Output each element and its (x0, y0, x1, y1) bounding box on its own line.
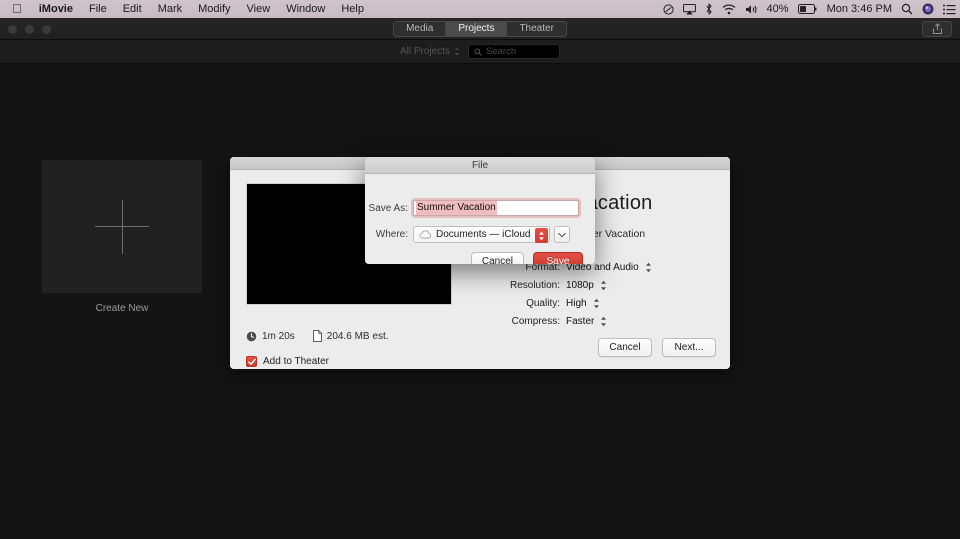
menu-view[interactable]: View (239, 0, 279, 18)
projects-browser: Create New 1m 20s 204.6 MB est. Add to T… (0, 64, 960, 539)
format-stepper[interactable] (645, 262, 652, 273)
filesize-info: 204.6 MB est. (312, 330, 389, 342)
maximize-button[interactable] (42, 25, 51, 34)
quality-stepper[interactable] (593, 298, 600, 309)
all-projects-dropdown[interactable]: All Projects (400, 46, 460, 57)
plus-icon (95, 199, 149, 254)
menu-mark[interactable]: Mark (150, 0, 190, 18)
save-cancel-button[interactable]: Cancel (470, 252, 524, 264)
compress-field[interactable]: Compress: Faster (488, 312, 718, 330)
file-icon (312, 330, 322, 342)
menu-clock[interactable]: Mon 3:46 PM (827, 3, 892, 15)
menu-help[interactable]: Help (333, 0, 372, 18)
menu-file[interactable]: File (81, 0, 115, 18)
chevron-down-icon (558, 232, 566, 237)
export-next-button[interactable]: Next... (662, 338, 716, 357)
menu-window[interactable]: Window (278, 0, 333, 18)
apple-logo-icon[interactable]:  (6, 0, 31, 18)
menu-modify[interactable]: Modify (190, 0, 238, 18)
siri-icon[interactable] (922, 3, 934, 15)
chevron-updown-icon (454, 47, 460, 56)
checkmark-icon (247, 358, 256, 365)
resolution-stepper[interactable] (600, 280, 607, 291)
save-dialog: File Save As: Summer Vacation Where: Doc… (365, 157, 595, 264)
expand-browser-button[interactable] (554, 226, 570, 243)
quality-field[interactable]: Quality: High (488, 294, 718, 312)
search-icon[interactable] (901, 3, 913, 15)
notification-center-icon[interactable] (943, 4, 956, 15)
where-label: Where: (375, 229, 408, 240)
duration-info: 1m 20s (246, 331, 295, 342)
add-to-theater-checkbox[interactable] (246, 356, 257, 367)
where-value: Documents — iCloud (436, 229, 531, 240)
compress-stepper[interactable] (600, 316, 607, 327)
save-as-label: Save As: (368, 202, 408, 214)
wifi-icon[interactable] (722, 3, 736, 15)
where-stepper[interactable] (535, 228, 548, 243)
battery-percent-label: 40% (766, 3, 789, 15)
compress-label: Compress: (511, 315, 560, 327)
menu-edit[interactable]: Edit (115, 0, 150, 18)
quality-value: High (566, 297, 587, 309)
save-dialog-body: Save As: Summer Vacation Where: Document… (365, 174, 595, 264)
tab-theater[interactable]: Theater (507, 22, 566, 36)
clock-icon (246, 331, 257, 341)
create-new-tile[interactable]: Create New (42, 160, 202, 314)
bluetooth-icon[interactable] (705, 3, 713, 15)
search-field[interactable]: Search (468, 44, 560, 59)
tab-projects[interactable]: Projects (446, 22, 508, 36)
save-confirm-button[interactable]: Save (533, 252, 583, 264)
icloud-icon (419, 230, 432, 239)
share-button[interactable] (922, 21, 952, 37)
dnd-icon[interactable] (662, 3, 674, 15)
create-new-thumbnail[interactable] (42, 160, 202, 293)
tab-media[interactable]: Media (394, 22, 447, 36)
close-button[interactable] (8, 25, 17, 34)
battery-icon[interactable] (797, 4, 818, 14)
add-to-theater-label: Add to Theater (263, 356, 329, 367)
menu-bar:  iMovie File Edit Mark Modify View Wind… (0, 0, 960, 18)
menu-bar-items:  iMovie File Edit Mark Modify View Wind… (6, 0, 372, 18)
screen:  iMovie File Edit Mark Modify View Wind… (0, 0, 960, 539)
window-titlebar: Media Projects Theater (0, 18, 960, 40)
quality-label: Quality: (526, 297, 560, 309)
save-dialog-title: File (365, 157, 595, 174)
save-as-row: Save As: Summer Vacation (365, 200, 595, 216)
search-icon (474, 48, 482, 56)
traffic-lights (8, 25, 51, 34)
view-segmented-control: Media Projects Theater (393, 21, 567, 37)
imovie-window: Media Projects Theater All Projects Sear… (0, 18, 960, 539)
save-as-value: Summer Vacation (416, 201, 497, 215)
resolution-value: 1080p (566, 279, 594, 291)
search-placeholder: Search (486, 46, 517, 57)
volume-icon[interactable] (745, 4, 758, 15)
export-cancel-button[interactable]: Cancel (598, 338, 652, 357)
minimize-button[interactable] (25, 25, 34, 34)
duration-label: 1m 20s (262, 330, 295, 342)
create-new-label: Create New (95, 303, 149, 314)
export-settings-list: Format: Video and Audio Resolution: 1080… (488, 258, 718, 330)
resolution-label: Resolution: (509, 279, 560, 291)
where-row: Where: Documents — iCloud (365, 226, 595, 243)
menu-bar-status: 40% Mon 3:46 PM (662, 0, 956, 18)
airplay-icon[interactable] (682, 3, 696, 15)
export-meta: 1m 20s 204.6 MB est. (246, 330, 389, 342)
browser-toolbar: All Projects Search (0, 40, 960, 64)
filesize-label: 204.6 MB est. (326, 330, 389, 342)
share-icon (932, 23, 942, 35)
save-dialog-buttons: Cancel Save (470, 252, 583, 264)
add-to-theater-row[interactable]: Add to Theater (246, 356, 329, 367)
resolution-field[interactable]: Resolution: 1080p (488, 276, 718, 294)
export-sheet-buttons: Cancel Next... (598, 338, 716, 357)
menu-imovie[interactable]: iMovie (31, 0, 81, 18)
compress-value: Faster (566, 315, 595, 327)
where-popup-button[interactable]: Documents — iCloud (413, 226, 550, 243)
all-projects-label: All Projects (399, 46, 450, 57)
save-as-input[interactable]: Summer Vacation (413, 200, 579, 216)
